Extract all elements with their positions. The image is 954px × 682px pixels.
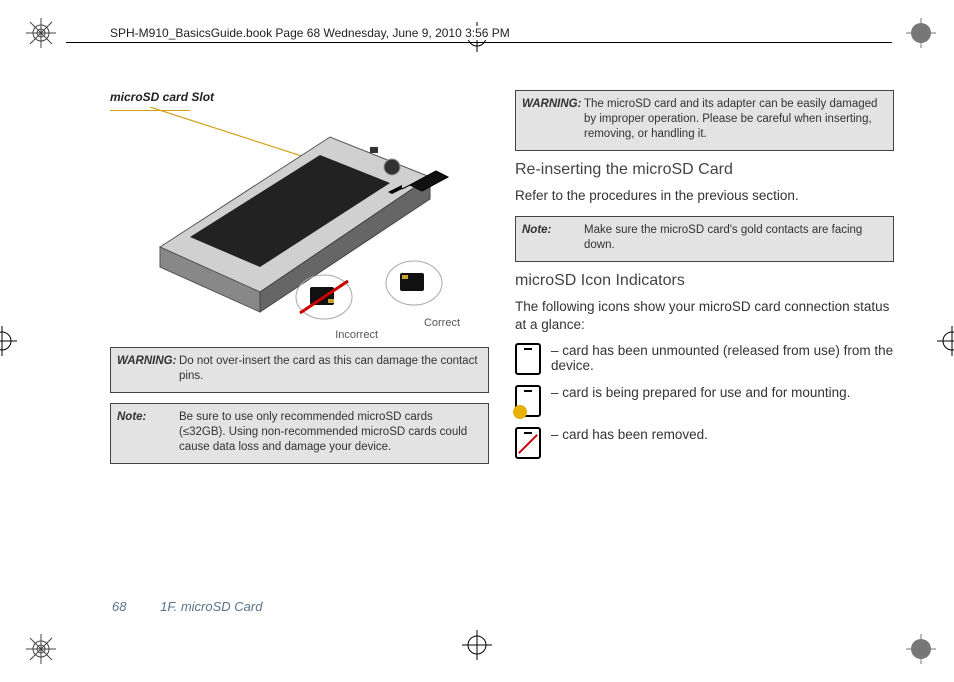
crop-mark-radial-icon: [26, 18, 56, 48]
para-reinsert: Refer to the procedures in the previous …: [515, 187, 894, 206]
para-icons: The following icons show your microSD ca…: [515, 298, 894, 336]
warning-box: WARNING: The microSD card and its adapte…: [515, 90, 894, 151]
warning-text: The microSD card and its adapter can be …: [584, 97, 887, 142]
warning-text: Do not over-insert the card as this can …: [179, 354, 482, 384]
warning-label: WARNING:: [522, 97, 580, 112]
crop-mark-solid-icon: [906, 634, 936, 664]
doc-header-line: SPH-M910_BasicsGuide.book Page 68 Wednes…: [106, 26, 514, 40]
note-text: Be sure to use only recommended microSD …: [179, 410, 482, 455]
list-item: – card is being prepared for use and for…: [515, 385, 894, 417]
sd-preparing-icon: [515, 385, 541, 417]
sd-removed-icon: [515, 427, 541, 459]
icon-desc: – card has been unmounted (released from…: [551, 343, 894, 373]
warning-box: WARNING: Do not over-insert the card as …: [110, 347, 489, 393]
section-title: 1F. microSD Card: [160, 599, 262, 614]
icon-desc: – card is being prepared for use and for…: [551, 385, 894, 400]
note-text: Make sure the microSD card's gold contac…: [584, 223, 887, 253]
warning-label: WARNING:: [117, 354, 175, 369]
crop-mark-radial-icon: [26, 634, 56, 664]
incorrect-label: Incorrect: [335, 329, 378, 341]
sd-unmounted-icon: [515, 343, 541, 375]
slot-label: microSD card Slot: [110, 90, 214, 104]
icon-desc: – card has been removed.: [551, 427, 894, 442]
note-box: Note: Make sure the microSD card's gold …: [515, 216, 894, 262]
crop-mark-cross-icon: [462, 630, 492, 660]
left-column: microSD card Slot: [110, 90, 489, 469]
correct-label: Correct: [424, 317, 460, 329]
gear-icon: [513, 405, 527, 419]
crop-mark-cross-icon: [0, 326, 17, 356]
right-column: WARNING: The microSD card and its adapte…: [515, 90, 894, 469]
phone-illustration: Correct Incorrect: [110, 107, 470, 337]
page-number: 68: [112, 599, 126, 614]
list-item: – card has been removed.: [515, 427, 894, 459]
crop-mark-cross-icon: [937, 326, 954, 356]
crop-mark-solid-icon: [906, 18, 936, 48]
header-rule: [66, 42, 892, 43]
page-footer: 68 1F. microSD Card: [112, 599, 262, 614]
heading-icons: microSD Icon Indicators: [515, 272, 894, 290]
list-item: – card has been unmounted (released from…: [515, 343, 894, 375]
note-box: Note: Be sure to use only recommended mi…: [110, 403, 489, 464]
note-label: Note:: [117, 410, 175, 425]
icon-indicator-list: – card has been unmounted (released from…: [515, 343, 894, 459]
note-label: Note:: [522, 223, 580, 238]
heading-reinsert: Re-inserting the microSD Card: [515, 161, 894, 179]
